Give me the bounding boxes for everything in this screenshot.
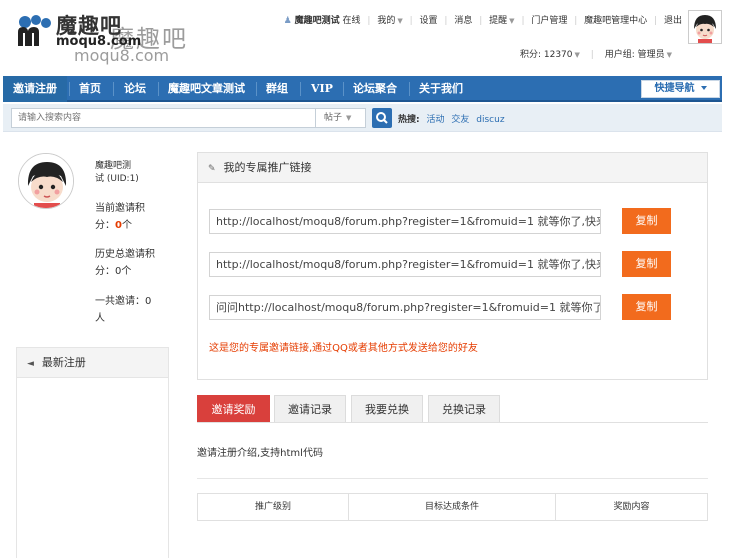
column-header-level: 推广级别: [254, 502, 291, 512]
main-nav: 邀请注册 首页 论坛 魔趣吧文章测试 群组 VIP 论坛聚合 关于我们 快捷导航: [3, 76, 722, 102]
logout-link[interactable]: 退出: [664, 13, 682, 26]
search-type-select[interactable]: 帖子 ▼: [316, 108, 366, 128]
header-avatar[interactable]: [688, 10, 722, 44]
column-header-condition: 目标达成条件: [424, 502, 479, 512]
profile-avatar[interactable]: [18, 153, 74, 209]
hot-search-label: 热搜:: [398, 115, 420, 125]
logo-mark-icon: [18, 15, 51, 46]
link-icon: ✎: [208, 164, 216, 174]
tab-redeem[interactable]: 我要兑换: [351, 395, 423, 422]
admin-center-link[interactable]: 魔趣吧管理中心: [584, 13, 647, 26]
avatar-face-icon: [689, 11, 721, 43]
nav-divider: [343, 82, 344, 96]
chevron-down-icon[interactable]: ▼: [509, 17, 514, 25]
total-invite-points: 历史总邀请积 分：0个: [95, 246, 167, 280]
search-type-value: 帖子: [324, 113, 343, 123]
usergroup-link[interactable]: 用户组: 管理员: [605, 50, 665, 60]
chevron-down-icon[interactable]: ▼: [397, 17, 402, 25]
username-link[interactable]: 魔趣吧测试: [295, 13, 340, 26]
promotion-tip: 这是您的专属邀请链接,通过QQ或者其他方式发送给您的好友: [209, 343, 478, 354]
hot-search-term[interactable]: 活动: [426, 115, 444, 125]
invite-count-unit: 人: [95, 313, 105, 324]
panel-title: 我的专属推广链接: [223, 161, 312, 174]
quick-nav-button[interactable]: 快捷导航: [641, 80, 720, 98]
points-link[interactable]: 积分: 12370: [520, 50, 573, 60]
portal-admin-link[interactable]: 门户管理: [531, 13, 567, 26]
search-button[interactable]: [372, 108, 392, 128]
my-link[interactable]: 我的: [377, 13, 395, 26]
online-status: 在线: [342, 16, 361, 26]
nav-divider: [69, 82, 70, 96]
nav-about-us[interactable]: 关于我们: [419, 76, 463, 102]
nav-invite-register[interactable]: 邀请注册: [3, 76, 67, 102]
tab-redeem-records[interactable]: 兑换记录: [428, 395, 500, 422]
copy-button[interactable]: 复制: [622, 208, 671, 234]
invite-count: 一共邀请：0 人: [95, 293, 167, 327]
current-invite-label-2: 分：: [95, 220, 115, 231]
hot-search-term[interactable]: discuz: [476, 115, 504, 125]
quick-nav-label: 快捷导航: [654, 83, 695, 94]
current-invite-value: 0: [115, 220, 122, 231]
profile-uid: 试 (UID:1): [95, 174, 139, 184]
caret-down-icon: [700, 86, 707, 90]
logo-domain: moqu8.com: [56, 34, 142, 49]
new-registrations-box: ◄ 最新注册: [16, 347, 169, 558]
nav-forum-aggregate[interactable]: 论坛聚合: [353, 76, 397, 102]
nav-vip[interactable]: VIP: [311, 76, 333, 102]
copy-button[interactable]: 复制: [622, 294, 671, 320]
hot-searches: 热搜: 活动 交友 discuz: [398, 112, 509, 125]
total-invite-value: 分：0个: [95, 266, 132, 277]
rewards-table-header: 推广级别 目标达成条件 奖励内容: [197, 493, 708, 521]
nav-home[interactable]: 首页: [79, 76, 101, 102]
user-icon: ♟: [283, 16, 292, 26]
notifications-link[interactable]: 提醒: [489, 13, 507, 26]
current-invite-label: 当前邀请积: [95, 203, 145, 214]
search-input[interactable]: [11, 108, 316, 128]
chevron-down-icon[interactable]: ▼: [575, 51, 580, 59]
nav-article-test[interactable]: 魔趣吧文章测试: [168, 76, 245, 102]
total-invite-label: 历史总邀请积: [95, 249, 155, 260]
nav-forum[interactable]: 论坛: [124, 76, 146, 102]
messages-link[interactable]: 消息: [454, 13, 472, 26]
settings-link[interactable]: 设置: [420, 13, 438, 26]
hot-search-term[interactable]: 交友: [451, 115, 469, 125]
user-info: 积分: 12370 ▼ | 用户组: 管理员 ▼: [519, 50, 672, 60]
search-icon: [376, 112, 388, 124]
divider: [197, 478, 708, 479]
send-icon: ◄: [27, 359, 34, 369]
promotion-link-field[interactable]: http://localhost/moqu8/forum.php?registe…: [209, 209, 601, 234]
profile-name-line[interactable]: 魔趣吧测: [95, 160, 165, 173]
nav-divider: [300, 82, 301, 96]
avatar-face-icon: [19, 154, 73, 208]
invite-tabs: 邀请奖励 邀请记录 我要兑换 兑换记录: [197, 395, 708, 423]
nav-divider: [158, 82, 159, 96]
column-header-reward: 奖励内容: [613, 502, 650, 512]
nav-divider: [256, 82, 257, 96]
promotion-link-panel: ✎ 我的专属推广链接 http://localhost/moqu8/forum.p…: [197, 152, 708, 380]
current-invite-unit: 个: [121, 220, 132, 231]
tab-invite-rewards[interactable]: 邀请奖励: [197, 395, 270, 422]
promotion-link-field[interactable]: 问问http://localhost/moqu8/forum.php?regis…: [209, 295, 601, 320]
nav-divider: [409, 82, 410, 96]
nav-groups[interactable]: 群组: [266, 76, 288, 102]
new-registrations-header: ◄ 最新注册: [17, 348, 168, 378]
copy-button[interactable]: 复制: [622, 251, 671, 277]
search-bar: 帖子▼ 热搜: 活动 交友 discuz: [3, 104, 722, 132]
site-logo[interactable]: 魔趣吧 moqu8.com 魔趣吧 moqu8.com: [16, 10, 216, 65]
tab-invite-records[interactable]: 邀请记录: [274, 395, 346, 422]
invite-count-label: 一共邀请：0: [95, 296, 152, 307]
header: 魔趣吧 moqu8.com 魔趣吧 moqu8.com ♟ 魔趣吧测试 在线 |…: [0, 0, 750, 74]
nav-divider: [113, 82, 114, 96]
user-links: ♟ 魔趣吧测试 在线 | 我的 ▼ | 设置 | 消息 | 提醒 ▼ | 门户管理 …: [284, 13, 682, 26]
chevron-down-icon[interactable]: ▼: [667, 51, 672, 59]
panel-header: ✎ 我的专属推广链接: [198, 153, 707, 183]
chevron-down-icon: ▼: [346, 114, 352, 122]
profile-name: 魔趣吧测 试 (UID:1): [95, 160, 165, 186]
promotion-link-field[interactable]: http://localhost/moqu8/forum.php?registe…: [209, 252, 601, 277]
new-registrations-title: 最新注册: [41, 356, 86, 369]
current-invite-points: 当前邀请积 分：0个: [95, 200, 167, 234]
invite-intro: 邀请注册介绍,支持html代码: [197, 448, 323, 459]
